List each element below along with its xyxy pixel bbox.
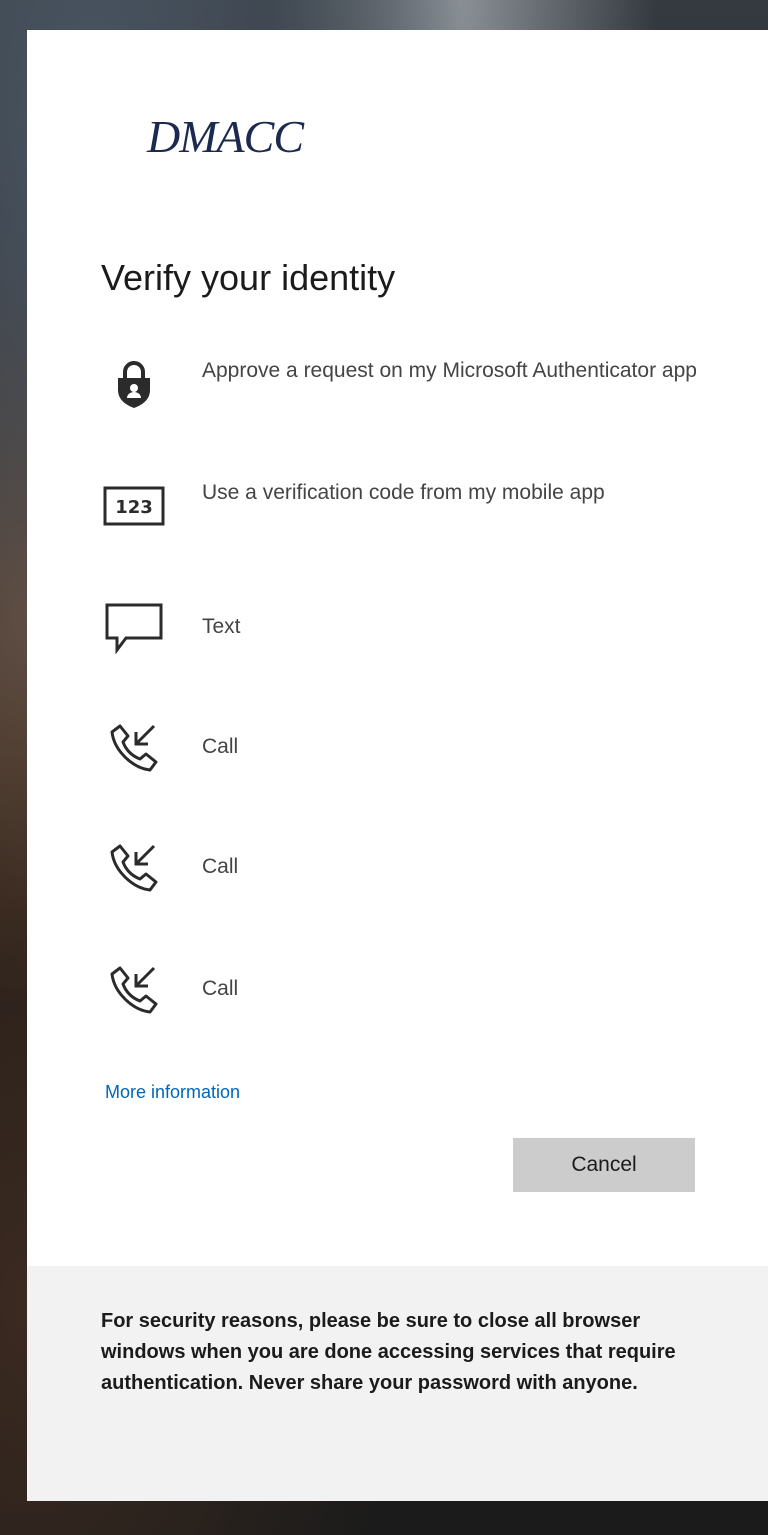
option-label: Text — [202, 615, 241, 638]
cancel-button[interactable]: Cancel — [513, 1138, 695, 1192]
option-label: Use a verification code from my mobile a… — [202, 481, 605, 504]
verification-code-123-icon: 123 — [101, 478, 167, 534]
phone-call-icon — [101, 840, 167, 896]
security-notice-text: For security reasons, please be sure to … — [101, 1310, 676, 1394]
option-text-message[interactable]: Text — [101, 600, 701, 656]
authenticator-lock-icon — [101, 356, 167, 412]
phone-call-icon — [101, 720, 167, 776]
security-notice-footer: For security reasons, please be sure to … — [27, 1266, 768, 1501]
option-label: Approve a request on my Microsoft Authen… — [202, 359, 697, 382]
page-title: Verify your identity — [101, 257, 396, 298]
option-authenticator-approve[interactable]: Approve a request on my Microsoft Authen… — [101, 356, 701, 412]
code-icon-text: 123 — [115, 497, 153, 518]
text-message-icon — [101, 600, 167, 656]
dmacc-logo: DMACC — [147, 111, 304, 162]
sign-in-card: DMACC Verify your identity Approve a req… — [27, 30, 768, 1501]
option-label: Call — [202, 977, 239, 1000]
option-call-1[interactable]: Call — [101, 720, 701, 776]
option-label: Call — [202, 855, 239, 878]
option-call-3[interactable]: Call — [101, 962, 701, 1018]
option-label: Call — [202, 735, 239, 758]
option-verification-code[interactable]: 123 Use a verification code from my mobi… — [101, 478, 701, 534]
phone-call-icon — [101, 962, 167, 1018]
option-call-2[interactable]: Call — [101, 840, 701, 896]
more-information-link[interactable]: More information — [105, 1082, 240, 1103]
